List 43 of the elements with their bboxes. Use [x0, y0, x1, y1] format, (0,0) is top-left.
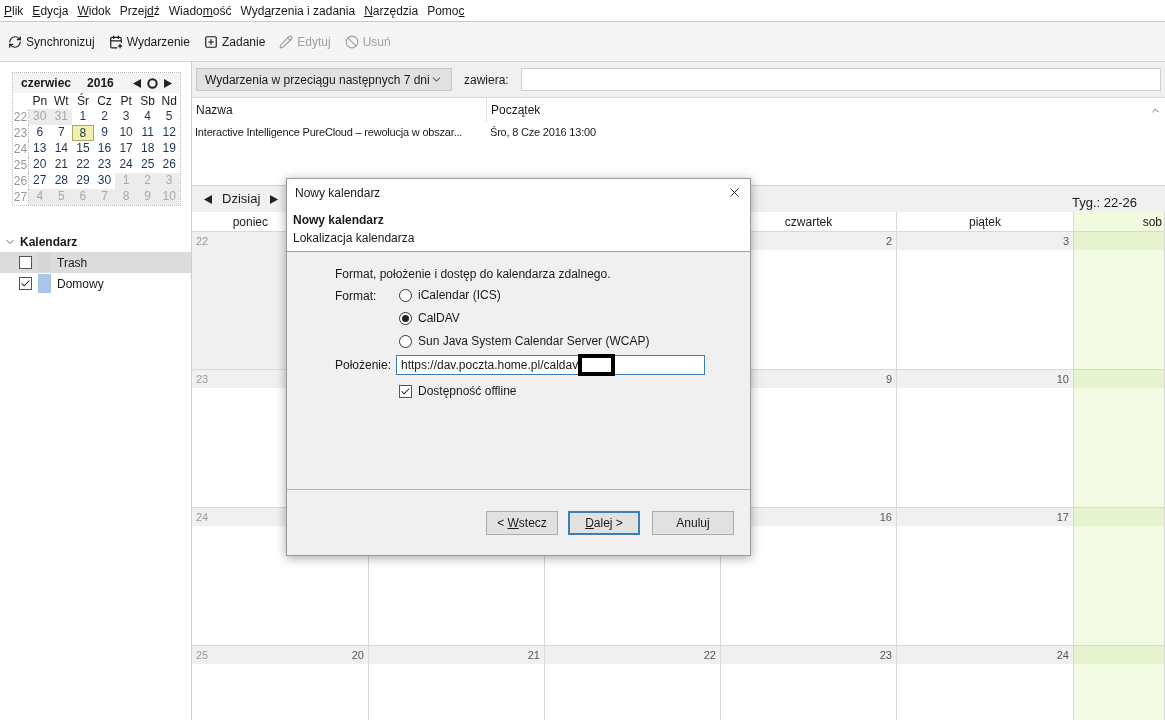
- week-number: 23: [13, 125, 29, 141]
- day-number: 2: [885, 233, 892, 249]
- contains-label: zawiera:: [464, 71, 509, 89]
- weekday-label: Pt: [119, 93, 133, 109]
- week-number: 24: [196, 509, 209, 525]
- table-cell-text: Śro, 8 Cze 2016 13:00: [489, 124, 597, 140]
- radio-label: Sun Java System Calendar Server (WCAP): [418, 333, 650, 350]
- day-number: 20: [351, 647, 364, 663]
- day-number: 9: [885, 371, 892, 387]
- day-number: 24: [1056, 647, 1069, 663]
- day-number: 23: [879, 647, 892, 663]
- week-number: 24: [13, 141, 29, 157]
- day-number: 3: [1062, 233, 1069, 249]
- weekday-label: Sb: [139, 93, 156, 109]
- checkbox-label: Dostępność offline: [418, 383, 517, 400]
- day-name: czwartek: [784, 213, 833, 231]
- day-number: 21: [527, 647, 540, 663]
- week-number: 23: [196, 371, 209, 387]
- week-number: 22: [196, 233, 209, 249]
- week-number: 25: [13, 157, 29, 173]
- day-number: 22: [703, 647, 716, 663]
- day-number: 16: [879, 509, 892, 525]
- weekday-label: Nd: [160, 93, 178, 109]
- dialog-heading: Nowy kalendarz: [293, 211, 385, 229]
- day-number: 17: [1056, 509, 1069, 525]
- day-name: poniec: [232, 213, 268, 231]
- weekday-label: Cz: [96, 93, 113, 109]
- table-cell-text: Interactive Intelligence PureCloud – rewolucja w obszar...: [194, 124, 464, 140]
- day-name: piątek: [969, 213, 1001, 231]
- calendar-name: Domowy: [57, 275, 104, 293]
- day-name: sob: [1142, 213, 1162, 231]
- weekday-label: Wt: [53, 93, 70, 109]
- week-number: 25: [196, 647, 209, 663]
- week-range: Tyg.: 22-26: [1071, 194, 1137, 213]
- day-number: 10: [1056, 371, 1069, 387]
- calendar-name: Trash: [57, 254, 88, 272]
- weekday-label: Śr: [75, 93, 90, 109]
- weekday-label: Pn: [31, 93, 49, 109]
- week-number: 26: [13, 173, 29, 189]
- radio-label: CalDAV: [418, 310, 460, 327]
- radio-label: iCalendar (ICS): [418, 287, 501, 304]
- window-title: Nowy kalendarz: [295, 184, 381, 202]
- section-title: Kalendarz: [20, 234, 78, 251]
